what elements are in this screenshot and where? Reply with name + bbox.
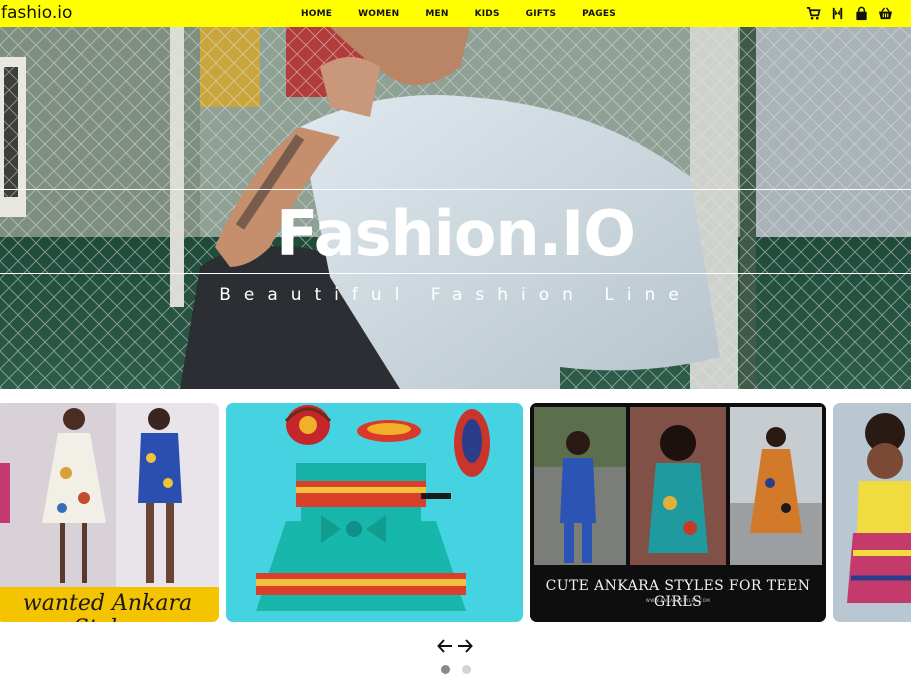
nav-link-pages[interactable]: PAGES <box>582 9 616 19</box>
carousel-image <box>833 403 911 622</box>
nav-icons <box>806 6 893 21</box>
carousel-subcaption: WWW.ANKARASTYLES.COM <box>645 598 711 603</box>
hero-title: Fashion.IO <box>276 197 636 270</box>
brand-logo[interactable]: fashio.io <box>1 3 72 23</box>
nav-link-gifts[interactable]: GIFTS <box>526 9 557 19</box>
carousel-dot[interactable] <box>462 665 471 674</box>
hero-subtitle: Beautiful Fashion Line <box>219 285 692 305</box>
hero-bottom-rule <box>0 273 911 274</box>
nav-link-men[interactable]: MEN <box>425 9 448 19</box>
carousel-caption: wanted Ankara Styles <box>22 591 193 622</box>
nav-link-women[interactable]: WOMEN <box>358 9 399 19</box>
nav-link-home[interactable]: HOME <box>301 9 332 19</box>
carousel-prev-arrow-icon[interactable] <box>437 637 453 655</box>
carousel-dot-active[interactable] <box>441 665 450 674</box>
bookmark-icon[interactable] <box>830 6 845 21</box>
carousel-card[interactable] <box>226 403 523 622</box>
nav-menu: HOME WOMEN MEN KIDS GIFTS PAGES <box>301 0 642 27</box>
carousel-caption: CUTE ANKARA STYLES FOR TEEN GIRLS <box>545 578 811 610</box>
hero-top-rule <box>0 189 911 190</box>
hero-banner: Fashion.IO Beautiful Fashion Line <box>0 27 911 389</box>
carousel-card[interactable]: wanted Ankara Styles <box>0 403 219 622</box>
nav-link-kids[interactable]: KIDS <box>475 9 500 19</box>
basket-icon[interactable] <box>878 6 893 21</box>
navbar: fashio.io HOME WOMEN MEN KIDS GIFTS PAGE… <box>0 0 911 27</box>
carousel-card[interactable]: CUTE ANKARA STYLES FOR TEEN GIRLS WWW.AN… <box>530 403 826 622</box>
carousel-card[interactable] <box>833 403 911 622</box>
cart-icon[interactable] <box>806 6 821 21</box>
bag-icon[interactable] <box>854 6 869 21</box>
carousel-image <box>226 403 523 622</box>
product-carousel: wanted Ankara Styles <box>0 403 911 623</box>
carousel-image <box>0 403 219 622</box>
carousel-next-arrow-icon[interactable] <box>457 637 473 655</box>
